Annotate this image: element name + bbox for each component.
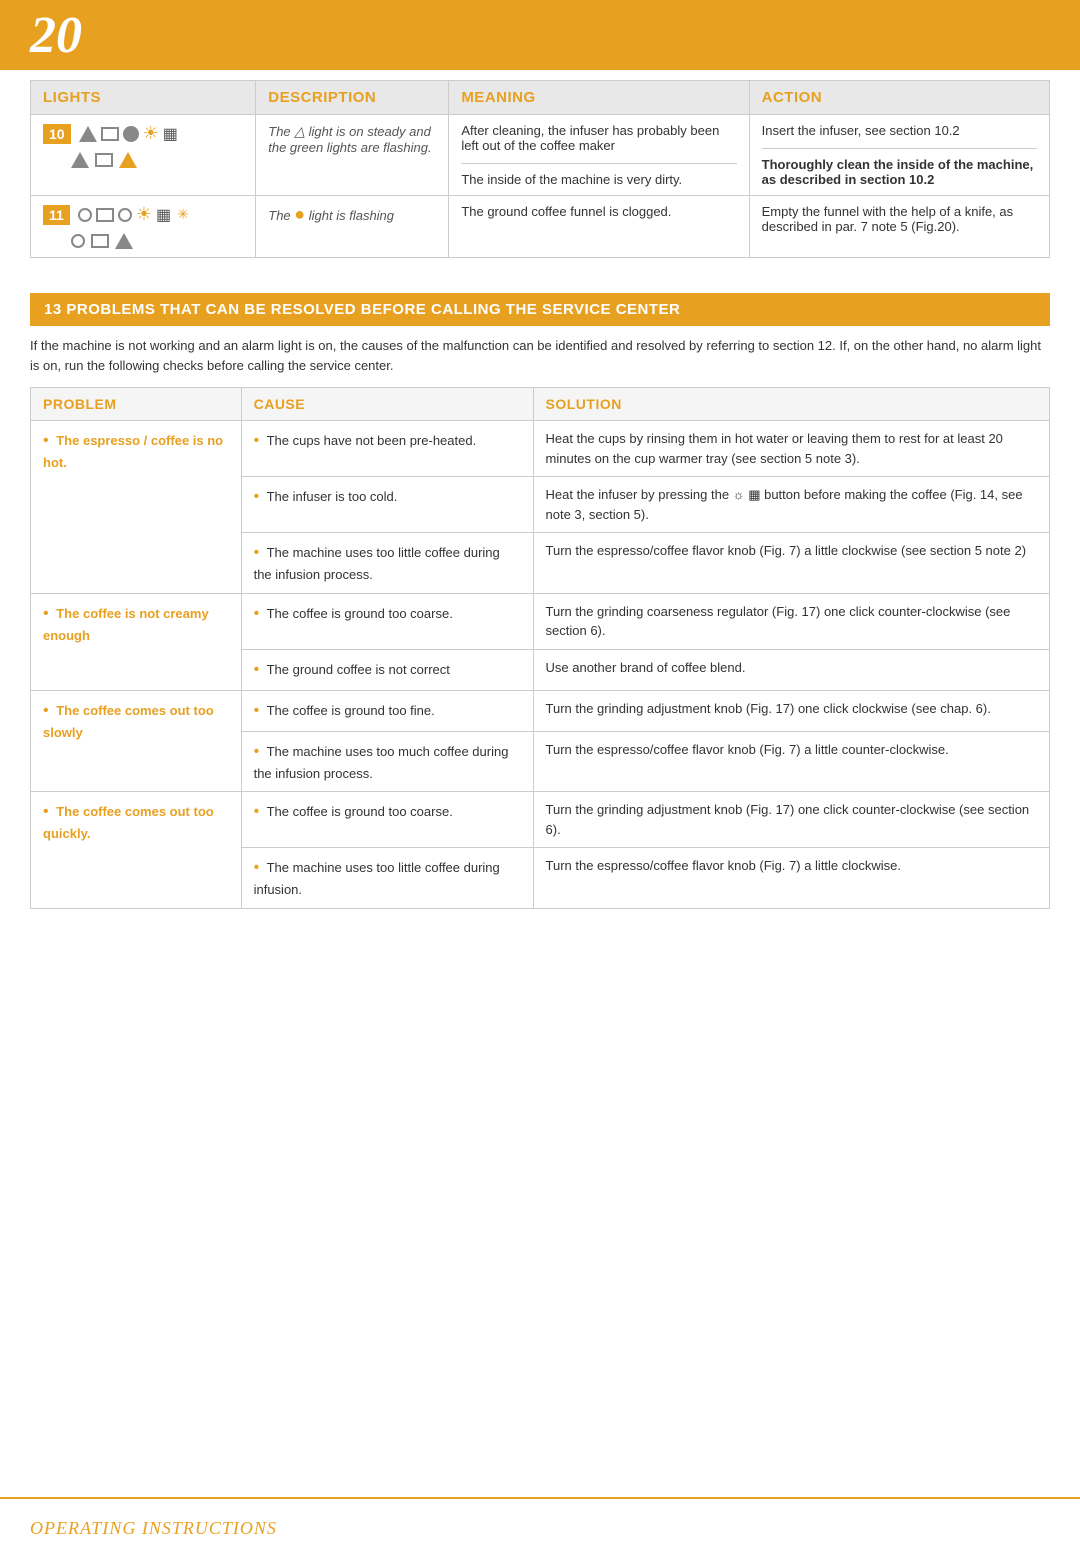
triangle-icon-10c [119, 152, 137, 168]
row-number-10: 10 [43, 124, 71, 144]
cause-2-2: • The ground coffee is not correct [241, 649, 533, 690]
bullet-1: • [43, 432, 49, 449]
problem-4-label: • The coffee comes out too quickly. [31, 792, 242, 909]
triangle-icon-10a [79, 126, 97, 142]
bullet-3: • [43, 702, 49, 719]
cause-1-3: • The machine uses too little coffee dur… [241, 533, 533, 594]
page-footer: OPERATING INSTRUCTIONS [0, 1497, 1080, 1557]
cause-1-1: • The cups have not been pre-heated. [241, 421, 533, 477]
action-10-2: Thoroughly clean the inside of the machi… [762, 148, 1037, 187]
lights-row-10: 10 ☀ ▦ [31, 115, 1050, 196]
cause-3-1: • The coffee is ground too fine. [241, 690, 533, 731]
lights-row-10-desc: The △ light is on steady and the green l… [256, 115, 449, 196]
circle-11a [78, 208, 92, 222]
lights-row-11-action: Empty the funnel with the help of a knif… [749, 196, 1049, 258]
spiky-icon-11: ✳ [177, 206, 189, 223]
lights-table: LIGHTS DESCRIPTION MEANING ACTION 10 ☀ ▦ [30, 80, 1050, 258]
sun-icon-11: ☀ [136, 204, 152, 225]
lights-row-10-action: Insert the infuser, see section 10.2 Tho… [749, 115, 1049, 196]
solution-4-2: Turn the espresso/coffee flavor knob (Fi… [533, 848, 1049, 909]
solution-2-1: Turn the grinding coarseness regulator (… [533, 593, 1049, 649]
sun-icon-10: ☀ [143, 123, 159, 144]
lights-row-11-meaning: The ground coffee funnel is clogged. [449, 196, 749, 258]
lights-row-10-meaning: After cleaning, the infuser has probably… [449, 115, 749, 196]
square-icon-11b [91, 234, 109, 248]
section-13-title: 13 PROBLEMS THAT CAN BE RESOLVED BEFORE … [30, 293, 1050, 326]
cause-2-1: • The coffee is ground too coarse. [241, 593, 533, 649]
square-icon-10b [95, 153, 113, 167]
description-header: DESCRIPTION [256, 81, 449, 115]
cause-4-2: • The machine uses too little coffee dur… [241, 848, 533, 909]
circle-filled-10 [123, 126, 139, 142]
solution-1-1: Heat the cups by rinsing them in hot wat… [533, 421, 1049, 477]
circle-11c [71, 234, 85, 248]
lights-section: LIGHTS DESCRIPTION MEANING ACTION 10 ☀ ▦ [0, 80, 1080, 278]
square-icon-10 [101, 127, 119, 141]
cause-4-1: • The coffee is ground too coarse. [241, 792, 533, 848]
action-10-1: Insert the infuser, see section 10.2 [762, 123, 1037, 138]
problem-3-cause-1: • The coffee comes out too slowly • The … [31, 690, 1050, 731]
cause-header: CAUSE [241, 388, 533, 421]
problem-1-label: • The espresso / coffee is no hot. [31, 421, 242, 594]
solution-1-2: Heat the infuser by pressing the ☼ ▦ but… [533, 477, 1049, 533]
meaning-header: MEANING [449, 81, 749, 115]
row-number-11: 11 [43, 205, 70, 225]
solution-1-3: Turn the espresso/coffee flavor knob (Fi… [533, 533, 1049, 594]
lights-row-11-icons: 11 ☀ ▦ ✳ [31, 196, 256, 258]
bullet-2: • [43, 605, 49, 622]
circle-11b [118, 208, 132, 222]
footer-text: OPERATING INSTRUCTIONS [30, 1518, 277, 1539]
lights-row-11-desc: The ● light is flashing [256, 196, 449, 258]
problem-2-cause-1: • The coffee is not creamy enough • The … [31, 593, 1050, 649]
action-header: ACTION [749, 81, 1049, 115]
solution-header: SOLUTION [533, 388, 1049, 421]
problems-table: PROBLEM CAUSE SOLUTION • The espresso / … [30, 387, 1050, 909]
meaning-10-2: The inside of the machine is very dirty. [461, 163, 736, 187]
grid-icon-11: ▦ [156, 205, 171, 225]
problem-3-label: • The coffee comes out too slowly [31, 690, 242, 792]
lights-row-10-icons: 10 ☀ ▦ [31, 115, 256, 196]
lights-header: LIGHTS [31, 81, 256, 115]
solution-3-1: Turn the grinding adjustment knob (Fig. … [533, 690, 1049, 731]
problem-header: PROBLEM [31, 388, 242, 421]
page-number: 20 [30, 6, 82, 65]
meaning-10-1: After cleaning, the infuser has probably… [461, 123, 736, 153]
solution-3-2: Turn the espresso/coffee flavor knob (Fi… [533, 731, 1049, 792]
problem-2-label: • The coffee is not creamy enough [31, 593, 242, 690]
square-icon-11 [96, 208, 114, 222]
section-13: 13 PROBLEMS THAT CAN BE RESOLVED BEFORE … [0, 278, 1080, 909]
problem-1-cause-1: • The espresso / coffee is no hot. • The… [31, 421, 1050, 477]
solution-2-2: Use another brand of coffee blend. [533, 649, 1049, 690]
cause-1-2: • The infuser is too cold. [241, 477, 533, 533]
cause-3-2: • The machine uses too much coffee durin… [241, 731, 533, 792]
section-13-intro: If the machine is not working and an ala… [30, 336, 1050, 375]
solution-4-1: Turn the grinding adjustment knob (Fig. … [533, 792, 1049, 848]
page-header: 20 [0, 0, 1080, 70]
triangle-icon-10b [71, 152, 89, 168]
triangle-icon-11 [115, 233, 133, 249]
bullet-4: • [43, 803, 49, 820]
lights-row-11: 11 ☀ ▦ ✳ [31, 196, 1050, 258]
grid-icon-10: ▦ [163, 124, 178, 144]
problem-4-cause-1: • The coffee comes out too quickly. • Th… [31, 792, 1050, 848]
